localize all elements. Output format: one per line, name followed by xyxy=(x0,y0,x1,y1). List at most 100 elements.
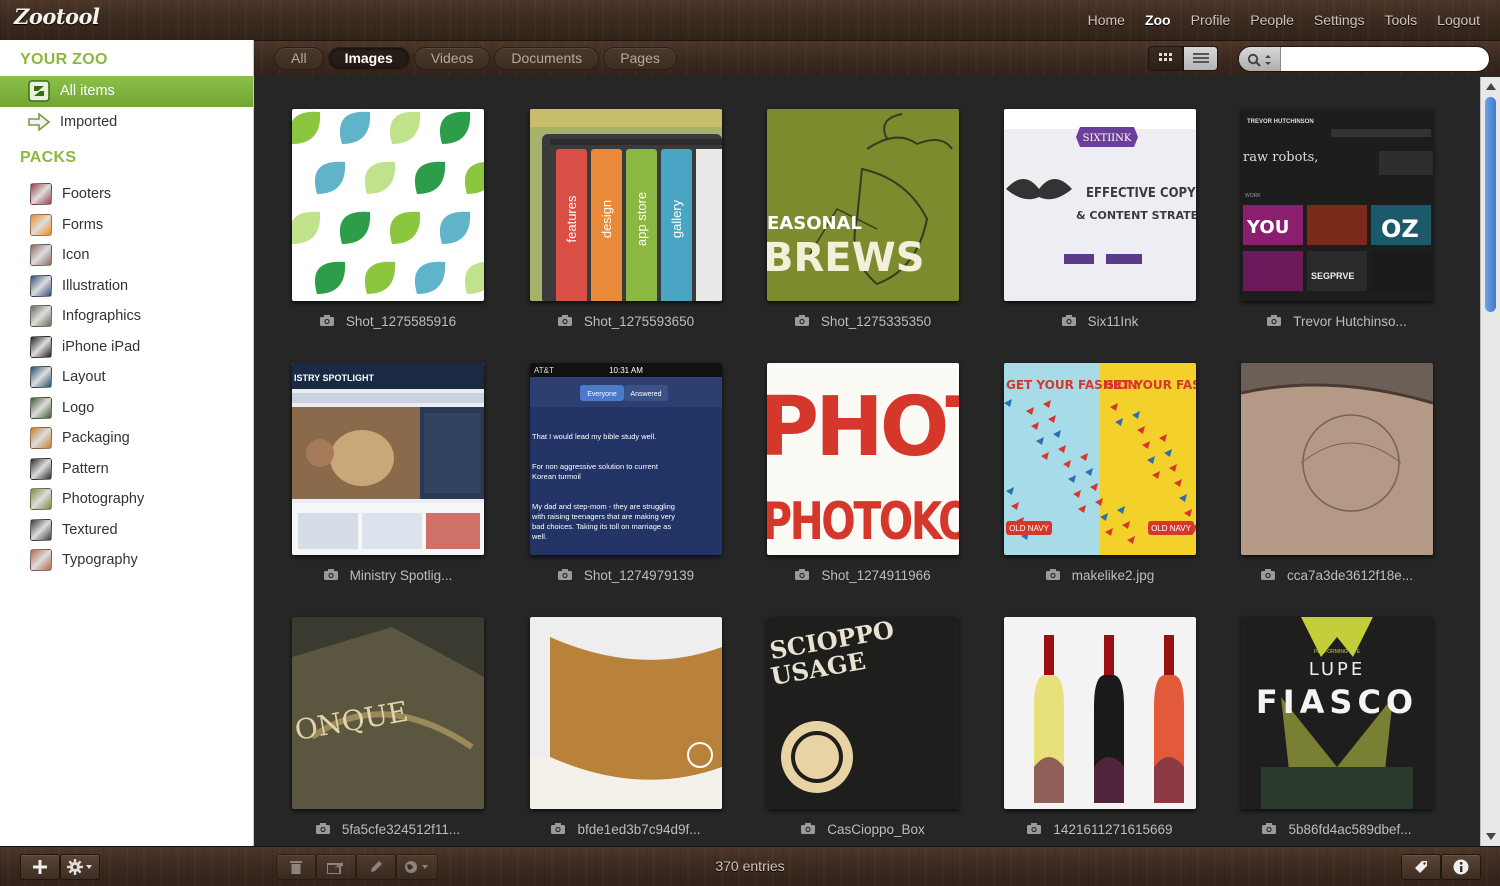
pack-label: Forms xyxy=(62,216,104,233)
item-caption-text: cca7a3de3612f18e... xyxy=(1286,568,1414,583)
grid-item[interactable]: SIXTIINK EFFECTIVE COPY & CONTENT STRATEGI… xyxy=(1004,109,1196,329)
pack-icon[interactable]: Icon xyxy=(0,240,253,271)
nav-home[interactable]: Home xyxy=(1088,12,1125,28)
thumb-text: GET YOUR FASHION xyxy=(1104,378,1196,392)
grid-item[interactable]: GET YOUR FASHIONGET YOUR FASHIONOLD NAVY… xyxy=(1004,363,1196,583)
pack-packaging[interactable]: Packaging xyxy=(0,423,253,454)
pack-illustration[interactable]: Illustration xyxy=(0,271,253,302)
item-thumbnail[interactable]: TREVOR HUTCHINSON raw robots, WORK YOU OZ SEG… xyxy=(1241,109,1433,301)
item-thumbnail[interactable]: SIXTIINK EFFECTIVE COPY & CONTENT STRATEGI… xyxy=(1004,109,1196,301)
item-caption-text: bfde1ed3b7c94d9f... xyxy=(577,822,701,837)
edit-button[interactable] xyxy=(356,854,396,880)
grid-item[interactable]: SCIOPPO USAGE CasCioppo_Box xyxy=(767,617,959,837)
camera-icon xyxy=(323,568,338,583)
item-caption-text: 1421611271615669 xyxy=(1053,822,1173,837)
privacy-menu-button[interactable] xyxy=(396,854,438,880)
item-thumbnail[interactable]: ONQUE xyxy=(292,617,484,809)
tag-button[interactable] xyxy=(1401,854,1441,880)
grid-item[interactable]: cca7a3de3612f18e... xyxy=(1241,363,1433,583)
search-input[interactable] xyxy=(1283,49,1483,70)
list-view-button[interactable] xyxy=(1183,46,1218,71)
grid-item[interactable]: TREVOR HUTCHINSON raw robots, WORK YOU OZ SEG… xyxy=(1241,109,1433,329)
item-caption: Shot_1275585916 xyxy=(292,314,484,329)
pack-logo[interactable]: Logo xyxy=(0,393,253,424)
nav-tools[interactable]: Tools xyxy=(1384,12,1417,28)
nav-people[interactable]: People xyxy=(1250,12,1294,28)
grid-item[interactable]: 1421611271615669 xyxy=(1004,617,1196,837)
filter-pages[interactable]: Pages xyxy=(603,47,677,70)
type-filters: All Images Videos Documents Pages xyxy=(274,47,681,70)
nav-zoo[interactable]: Zoo xyxy=(1145,12,1171,28)
pack-pattern[interactable]: Pattern xyxy=(0,454,253,485)
all-items-icon xyxy=(28,80,50,102)
item-thumbnail[interactable] xyxy=(1004,617,1196,809)
item-thumbnail[interactable] xyxy=(530,617,722,809)
settings-menu-button[interactable] xyxy=(60,854,100,880)
grid-item[interactable]: features design app store gallery Shot_12755… xyxy=(530,109,722,329)
pack-label: Layout xyxy=(62,369,106,386)
pack-label: Typography xyxy=(62,552,138,569)
item-thumbnail[interactable]: PHOT PHOTOKOR xyxy=(767,363,959,555)
item-thumbnail[interactable]: features design app store gallery xyxy=(530,109,722,301)
camera-icon xyxy=(551,822,566,837)
item-thumbnail[interactable] xyxy=(292,109,484,301)
info-button[interactable] xyxy=(1441,854,1481,880)
filter-documents[interactable]: Documents xyxy=(494,47,600,70)
camera-icon xyxy=(1262,822,1277,837)
item-thumbnail[interactable]: PERFORMING LIVE LUPE FIASCO xyxy=(1241,617,1433,809)
scrollbar[interactable] xyxy=(1480,77,1500,846)
pack-thumbnail-icon xyxy=(30,244,52,267)
grid-item[interactable]: Shot_1275585916 xyxy=(292,109,484,329)
sidebar-item-all-items[interactable]: All items xyxy=(0,76,253,107)
info-icon xyxy=(1453,859,1469,875)
app-logo[interactable]: Zootool xyxy=(14,4,100,29)
grid-item[interactable]: PERFORMING LIVE LUPE FIASCO 5b86fd4ac589dbe… xyxy=(1241,617,1433,837)
nav-settings[interactable]: Settings xyxy=(1314,12,1365,28)
trash-icon xyxy=(290,861,302,874)
grid-view-button[interactable] xyxy=(1148,46,1183,71)
grid-item[interactable]: PHOT PHOTOKOR Shot_1274911966 xyxy=(767,363,959,583)
search-options-button[interactable] xyxy=(1239,47,1281,71)
thumb-text: LUPE xyxy=(1309,659,1366,680)
filter-all[interactable]: All xyxy=(274,47,324,70)
scroll-up-arrow[interactable] xyxy=(1486,83,1496,90)
pack-label: Infographics xyxy=(62,308,141,325)
pack-forms[interactable]: Forms xyxy=(0,210,253,241)
grid-icon xyxy=(1158,52,1172,61)
filter-images[interactable]: Images xyxy=(327,47,410,70)
item-caption: Trevor Hutchinso... xyxy=(1241,314,1433,329)
filter-videos[interactable]: Videos xyxy=(413,47,491,70)
grid-item[interactable]: ISTRY SPOTLIGHT Ministry Spotlig... xyxy=(292,363,484,583)
grid-item[interactable]: ONQUE 5fa5cfe324512f11... xyxy=(292,617,484,837)
nav-profile[interactable]: Profile xyxy=(1191,12,1231,28)
nav-logout[interactable]: Logout xyxy=(1437,12,1480,28)
scroll-thumb[interactable] xyxy=(1485,97,1496,312)
grid-item[interactable]: AT&T 10:31 AM Everyone Answered That I would… xyxy=(530,363,722,583)
grid-item[interactable]: EASONAL BREWS Shot_1275335350 xyxy=(767,109,959,329)
pack-textured[interactable]: Textured xyxy=(0,515,253,546)
pack-photography[interactable]: Photography xyxy=(0,484,253,515)
item-thumbnail[interactable]: ISTRY SPOTLIGHT xyxy=(292,363,484,555)
sidebar-item-imported[interactable]: Imported xyxy=(0,107,253,138)
pack-thumbnail-icon xyxy=(30,183,52,206)
list-icon xyxy=(1192,53,1209,63)
item-thumbnail[interactable]: SCIOPPO USAGE xyxy=(767,617,959,809)
delete-button[interactable] xyxy=(276,854,316,880)
item-caption-text: Shot_1274911966 xyxy=(821,568,931,583)
pack-label: Icon xyxy=(62,247,90,264)
add-button[interactable] xyxy=(20,854,60,880)
item-thumbnail[interactable]: GET YOUR FASHIONGET YOUR FASHIONOLD NAVY… xyxy=(1004,363,1196,555)
scroll-down-arrow[interactable] xyxy=(1486,833,1496,840)
pack-footers[interactable]: Footers xyxy=(0,179,253,210)
camera-icon xyxy=(557,314,572,329)
pack-infographics[interactable]: Infographics xyxy=(0,301,253,332)
item-thumbnail[interactable]: AT&T 10:31 AM Everyone Answered That I would… xyxy=(530,363,722,555)
grid-item[interactable]: bfde1ed3b7c94d9f... xyxy=(530,617,722,837)
item-thumbnail[interactable] xyxy=(1241,363,1433,555)
pack-typography[interactable]: Typography xyxy=(0,545,253,576)
pack-iphone-ipad[interactable]: iPhone iPad xyxy=(0,332,253,363)
pack-layout[interactable]: Layout xyxy=(0,362,253,393)
thumb-text: 10:31 AM xyxy=(609,366,643,375)
share-button[interactable] xyxy=(316,854,356,880)
item-thumbnail[interactable]: EASONAL BREWS xyxy=(767,109,959,301)
